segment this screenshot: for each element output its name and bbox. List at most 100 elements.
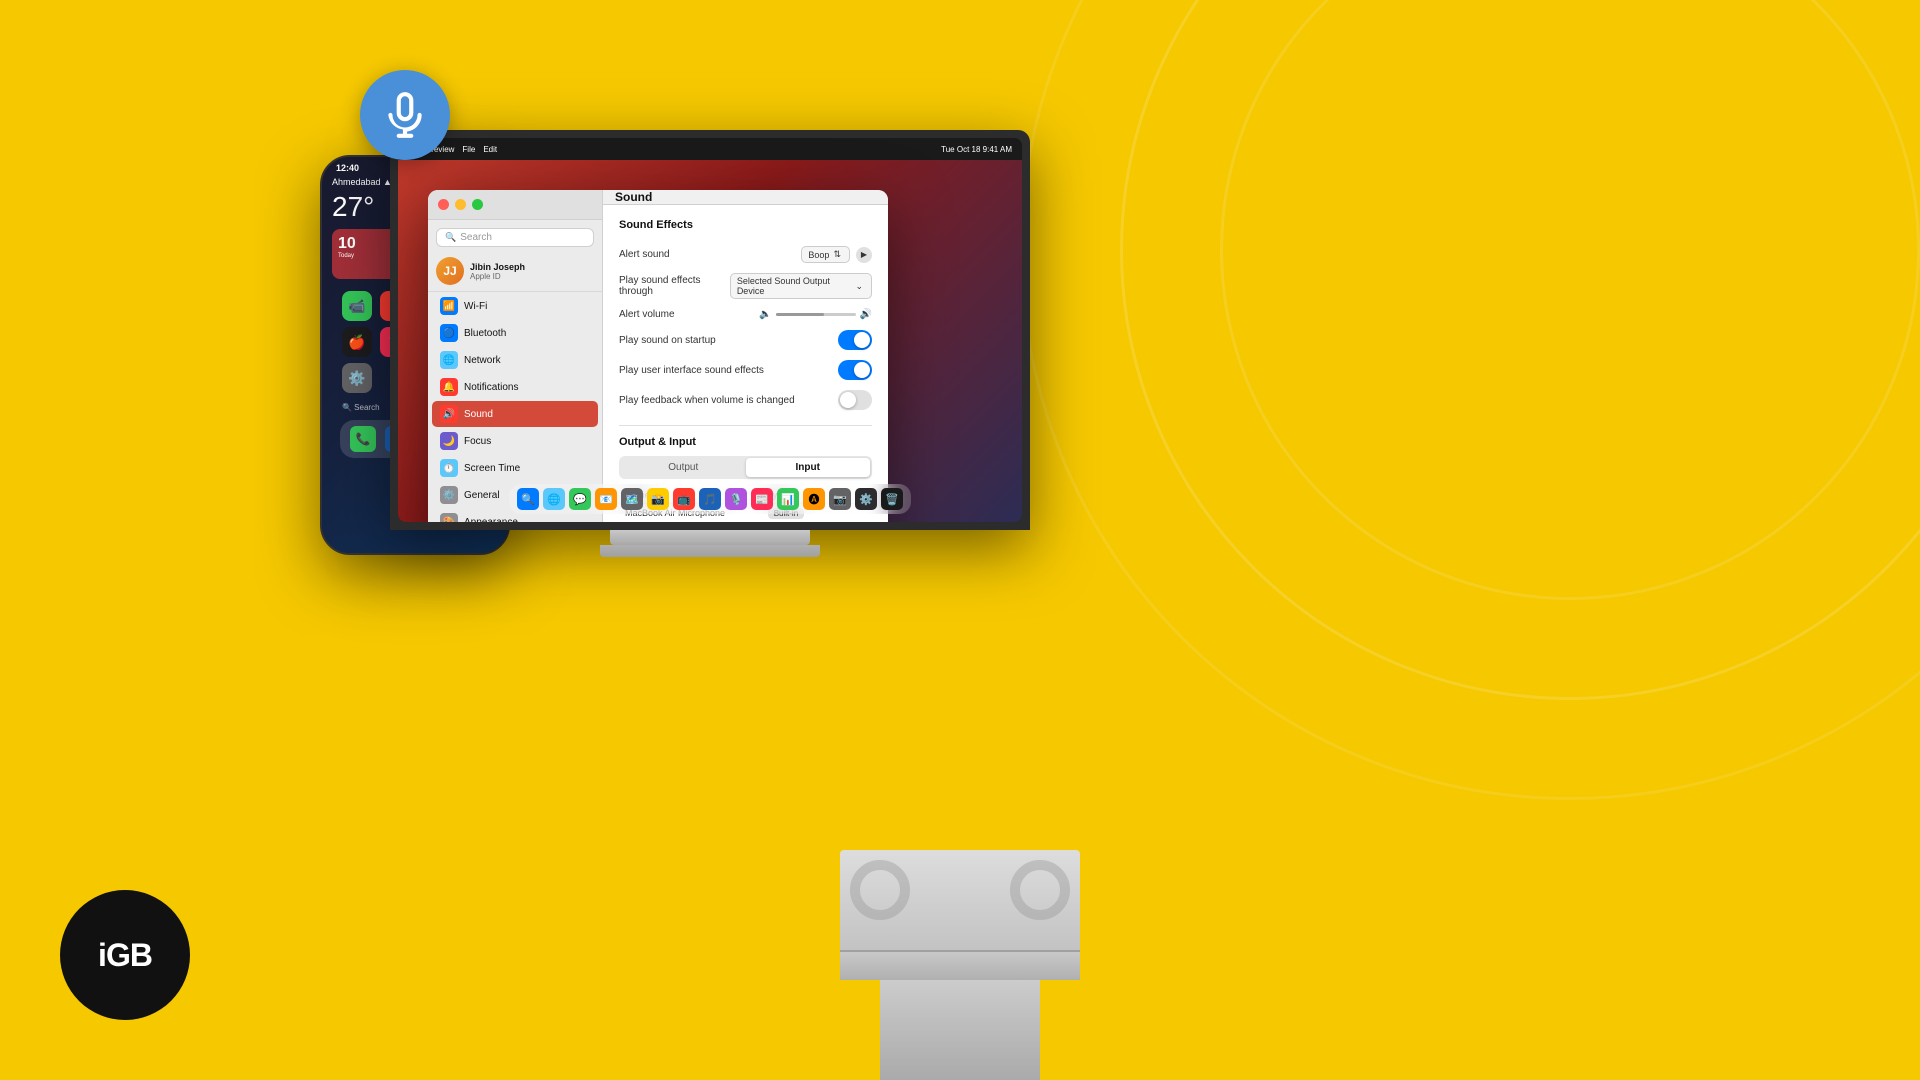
feedback-label: Play feedback when volume is changed	[619, 395, 795, 406]
main-body: Sound Effects Alert sound Boop ⇅ ▶	[603, 205, 888, 522]
slider-fill	[776, 313, 824, 316]
sidebar-item-sound[interactable]: 🔊 Sound	[432, 401, 598, 427]
abacus	[840, 950, 1080, 980]
traffic-light-close[interactable]	[438, 199, 449, 210]
alert-sound-dropdown[interactable]: Boop ⇅	[801, 246, 850, 263]
appearance-icon: 🎨	[440, 513, 458, 522]
user-avatar: JJ	[436, 257, 464, 285]
play-through-label: Play sound effects through	[619, 275, 730, 297]
sidebar-item-focus[interactable]: 🌙 Focus	[432, 428, 598, 454]
dock-app-photos[interactable]: 📸	[647, 488, 669, 510]
dock-app-mail[interactable]: 📧	[595, 488, 617, 510]
search-icon: 🔍	[445, 232, 456, 243]
microphone-icon-button[interactable]	[360, 70, 450, 160]
dock-app-messages[interactable]: 💬	[569, 488, 591, 510]
general-icon: ⚙️	[440, 486, 458, 504]
user-name: Jibin Joseph	[470, 262, 594, 272]
macbook-menubar: 🍎 Preview File Edit Tue Oct 18 9:41 AM	[398, 138, 1022, 160]
system-preferences-window: 🔍 Search JJ Jibin Joseph Apple ID	[428, 190, 888, 522]
dock-app-appstore[interactable]: 🅐	[803, 488, 825, 510]
sound-icon: 🔊	[440, 405, 458, 423]
ui-sounds-toggle[interactable]	[838, 360, 872, 380]
user-info: Jibin Joseph Apple ID	[470, 262, 594, 281]
tab-output[interactable]: Output	[621, 458, 746, 477]
sidebar-item-wifi[interactable]: 📶 Wi-Fi	[432, 293, 598, 319]
dock-app-screenshot[interactable]: 📷	[829, 488, 851, 510]
menubar-right: Tue Oct 18 9:41 AM	[941, 145, 1012, 154]
pillar-capital	[840, 850, 1080, 980]
startup-sound-label: Play sound on startup	[619, 335, 716, 346]
traffic-light-maximize[interactable]	[472, 199, 483, 210]
slider-track	[776, 313, 856, 316]
sidebar-user[interactable]: JJ Jibin Joseph Apple ID	[428, 251, 602, 292]
dock-app-podcasts[interactable]: 🎙️	[725, 488, 747, 510]
macbook-wallpaper: 🔍 Search JJ Jibin Joseph Apple ID	[398, 160, 1022, 522]
search-input[interactable]: Search	[460, 232, 585, 243]
output-input-tabs: Output Input	[619, 456, 872, 479]
sidebar-label-screentime: Screen Time	[464, 463, 520, 474]
sidebar-item-notifications[interactable]: 🔔 Notifications	[432, 374, 598, 400]
bluetooth-icon: 🔵	[440, 324, 458, 342]
startup-sound-toggle[interactable]	[838, 330, 872, 350]
toggle-knob	[854, 332, 870, 348]
dock-app-news[interactable]: 📰	[751, 488, 773, 510]
macbook-mockup: 🍎 Preview File Edit Tue Oct 18 9:41 AM	[370, 130, 1050, 610]
alert-sound-selected: Boop	[808, 250, 829, 260]
sidebar-label-general: General	[464, 490, 500, 501]
alert-sound-row: Alert sound Boop ⇅ ▶	[619, 241, 872, 268]
sidebar-titlebar	[428, 190, 602, 220]
main-titlebar: Sound	[603, 190, 888, 205]
tab-input[interactable]: Input	[746, 458, 871, 477]
main-title: Sound	[615, 190, 652, 204]
macbook-dock: 🔍 🌐 💬 📧 🗺️ 📸 📺 🎵 🎙️ 📰 📊 🅐 📷 ⚙️ 🗑️	[509, 484, 911, 514]
menubar-edit: Edit	[483, 145, 497, 154]
macbook-screen-inner: 🍎 Preview File Edit Tue Oct 18 9:41 AM	[398, 138, 1022, 522]
sidebar-label-network: Network	[464, 355, 501, 366]
play-through-dropdown[interactable]: Selected Sound Output Device ⌄	[730, 273, 872, 299]
sidebar-label-appearance: Appearance	[464, 517, 518, 523]
pillar-shaft	[880, 980, 1040, 1080]
sidebar-item-network[interactable]: 🌐 Network	[432, 347, 598, 373]
dock-app-maps[interactable]: 🗺️	[621, 488, 643, 510]
dock-app-trash[interactable]: 🗑️	[881, 488, 903, 510]
igb-logo-text: iGB	[98, 937, 152, 974]
dock-app-numbers[interactable]: 📊	[777, 488, 799, 510]
chevron-updown-icon: ⇅	[833, 249, 841, 260]
menubar-time: Tue Oct 18 9:41 AM	[941, 145, 1012, 154]
feedback-row: Play feedback when volume is changed	[619, 385, 872, 415]
sidebar-label-wifi: Wi-Fi	[464, 301, 487, 312]
macbook-foot	[600, 545, 820, 557]
screentime-icon: ⏱️	[440, 459, 458, 477]
dock-app-tv[interactable]: 📺	[673, 488, 695, 510]
alert-volume-row: Alert volume 🔈 🔊	[619, 304, 872, 325]
notifications-icon: 🔔	[440, 378, 458, 396]
play-button[interactable]: ▶	[856, 247, 872, 263]
alert-volume-slider[interactable]: 🔈 🔊	[759, 309, 872, 320]
chevron-down-icon: ⌄	[855, 281, 863, 292]
iphone-time: 12:40	[336, 163, 359, 173]
main-content: Sound Sound Effects Alert sound Boop	[603, 190, 888, 522]
sidebar-label-notifications: Notifications	[464, 382, 518, 393]
sidebar-item-screentime[interactable]: ⏱️ Screen Time	[432, 455, 598, 481]
section-divider	[619, 425, 872, 426]
user-subtitle: Apple ID	[470, 272, 594, 281]
sidebar-label-sound: Sound	[464, 409, 493, 420]
alert-sound-label: Alert sound	[619, 249, 670, 260]
volute-right	[1010, 860, 1070, 920]
microphone-svg	[380, 90, 430, 140]
volute-left	[850, 860, 910, 920]
macbook-screen-outer: 🍎 Preview File Edit Tue Oct 18 9:41 AM	[390, 130, 1030, 530]
dock-app-music[interactable]: 🎵	[699, 488, 721, 510]
alert-volume-label: Alert volume	[619, 309, 675, 320]
traffic-light-minimize[interactable]	[455, 199, 466, 210]
volume-high-icon: 🔊	[860, 309, 872, 320]
search-box[interactable]: 🔍 Search	[436, 228, 594, 247]
dock-app-finder[interactable]: 🔍	[517, 488, 539, 510]
focus-icon: 🌙	[440, 432, 458, 450]
feedback-toggle[interactable]	[838, 390, 872, 410]
sound-effects-title: Sound Effects	[619, 219, 872, 231]
dock-app-safari[interactable]: 🌐	[543, 488, 565, 510]
sidebar-item-bluetooth[interactable]: 🔵 Bluetooth	[432, 320, 598, 346]
dock-app-settings[interactable]: ⚙️	[855, 488, 877, 510]
sidebar-search: 🔍 Search	[428, 220, 602, 251]
